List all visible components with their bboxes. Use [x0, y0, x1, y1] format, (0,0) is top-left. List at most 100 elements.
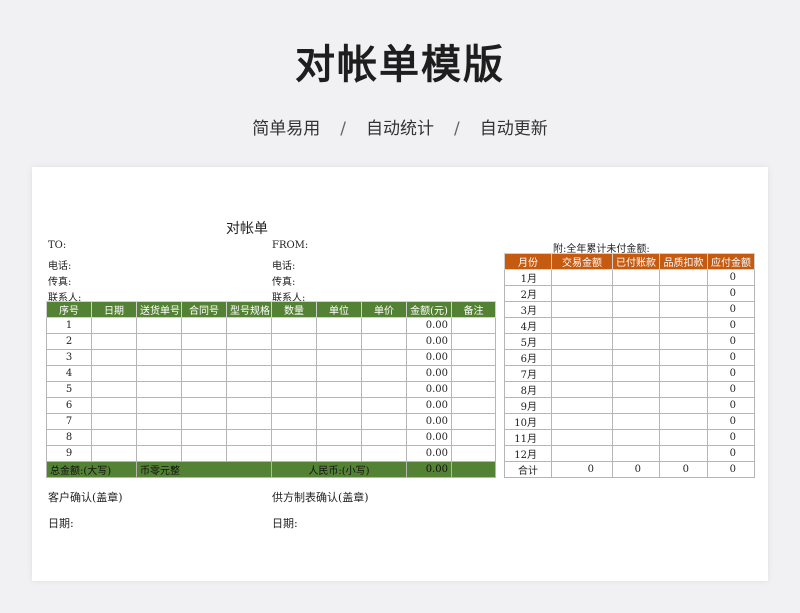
side-cell[interactable] — [612, 301, 660, 318]
side-cell[interactable] — [659, 397, 708, 414]
side-cell[interactable] — [659, 333, 708, 350]
table-cell[interactable] — [136, 397, 182, 414]
side-cell[interactable] — [551, 333, 613, 350]
table-cell[interactable] — [361, 445, 407, 462]
table-cell[interactable] — [451, 445, 496, 462]
table-cell[interactable] — [91, 429, 137, 446]
table-cell[interactable] — [136, 429, 182, 446]
table-cell[interactable] — [361, 381, 407, 398]
table-cell[interactable] — [451, 317, 496, 334]
side-cell[interactable] — [551, 429, 613, 446]
side-cell[interactable] — [551, 381, 613, 398]
side-cell[interactable] — [551, 301, 613, 318]
table-cell[interactable] — [181, 381, 227, 398]
table-cell[interactable] — [181, 397, 227, 414]
table-cell[interactable] — [451, 333, 496, 350]
side-cell[interactable] — [612, 349, 660, 366]
side-cell[interactable] — [612, 269, 660, 286]
table-cell[interactable] — [136, 445, 182, 462]
table-cell[interactable] — [271, 349, 317, 366]
table-cell[interactable] — [271, 397, 317, 414]
table-cell[interactable] — [226, 397, 272, 414]
table-cell[interactable] — [181, 317, 227, 334]
side-cell[interactable] — [551, 349, 613, 366]
table-cell[interactable] — [91, 349, 137, 366]
table-cell[interactable] — [136, 349, 182, 366]
side-cell[interactable] — [612, 381, 660, 398]
table-cell[interactable] — [91, 317, 137, 334]
side-cell[interactable] — [612, 413, 660, 430]
table-cell[interactable] — [316, 413, 362, 430]
table-cell[interactable] — [361, 349, 407, 366]
table-cell[interactable] — [226, 381, 272, 398]
table-cell[interactable] — [451, 397, 496, 414]
table-cell[interactable] — [226, 365, 272, 382]
side-cell[interactable] — [612, 317, 660, 334]
table-cell[interactable] — [316, 397, 362, 414]
table-cell[interactable] — [136, 333, 182, 350]
table-cell[interactable] — [271, 333, 317, 350]
side-cell[interactable] — [659, 413, 708, 430]
table-cell[interactable] — [271, 429, 317, 446]
table-cell[interactable] — [226, 333, 272, 350]
table-cell[interactable] — [91, 381, 137, 398]
table-cell[interactable] — [361, 429, 407, 446]
table-cell[interactable] — [316, 429, 362, 446]
side-cell[interactable] — [551, 269, 613, 286]
table-cell[interactable] — [451, 413, 496, 430]
side-cell[interactable] — [551, 317, 613, 334]
side-cell[interactable] — [551, 365, 613, 382]
table-cell[interactable] — [226, 317, 272, 334]
side-cell[interactable] — [659, 317, 708, 334]
table-cell[interactable] — [181, 365, 227, 382]
table-cell[interactable] — [316, 333, 362, 350]
table-cell[interactable] — [271, 413, 317, 430]
table-cell[interactable] — [136, 317, 182, 334]
side-cell[interactable] — [659, 301, 708, 318]
table-cell[interactable] — [361, 413, 407, 430]
table-cell[interactable] — [361, 333, 407, 350]
table-cell[interactable] — [91, 397, 137, 414]
table-cell[interactable] — [226, 413, 272, 430]
side-cell[interactable] — [551, 285, 613, 302]
table-cell[interactable] — [226, 429, 272, 446]
side-cell[interactable] — [659, 365, 708, 382]
table-cell[interactable] — [271, 317, 317, 334]
table-cell[interactable] — [181, 429, 227, 446]
side-cell[interactable] — [612, 429, 660, 446]
side-cell[interactable] — [659, 285, 708, 302]
table-cell[interactable] — [91, 413, 137, 430]
table-cell[interactable] — [91, 365, 137, 382]
side-cell[interactable] — [612, 397, 660, 414]
table-cell[interactable] — [136, 365, 182, 382]
table-cell[interactable] — [136, 381, 182, 398]
table-cell[interactable] — [316, 349, 362, 366]
side-cell[interactable] — [551, 397, 613, 414]
table-cell[interactable] — [181, 445, 227, 462]
table-cell[interactable] — [181, 333, 227, 350]
table-cell[interactable] — [451, 365, 496, 382]
table-cell[interactable] — [226, 445, 272, 462]
table-cell[interactable] — [271, 365, 317, 382]
table-cell[interactable] — [271, 381, 317, 398]
table-cell[interactable] — [136, 413, 182, 430]
side-cell[interactable] — [551, 413, 613, 430]
table-cell[interactable] — [361, 317, 407, 334]
side-cell[interactable] — [659, 381, 708, 398]
table-cell[interactable] — [361, 397, 407, 414]
table-cell[interactable] — [271, 445, 317, 462]
side-cell[interactable] — [659, 445, 708, 462]
table-cell[interactable] — [451, 429, 496, 446]
table-cell[interactable] — [316, 365, 362, 382]
table-cell[interactable] — [316, 317, 362, 334]
table-cell[interactable] — [91, 333, 137, 350]
side-cell[interactable] — [551, 445, 613, 462]
table-cell[interactable] — [451, 381, 496, 398]
table-cell[interactable] — [361, 365, 407, 382]
side-cell[interactable] — [659, 269, 708, 286]
side-cell[interactable] — [659, 349, 708, 366]
table-cell[interactable] — [451, 349, 496, 366]
table-cell[interactable] — [91, 445, 137, 462]
table-cell[interactable] — [181, 349, 227, 366]
side-cell[interactable] — [659, 429, 708, 446]
